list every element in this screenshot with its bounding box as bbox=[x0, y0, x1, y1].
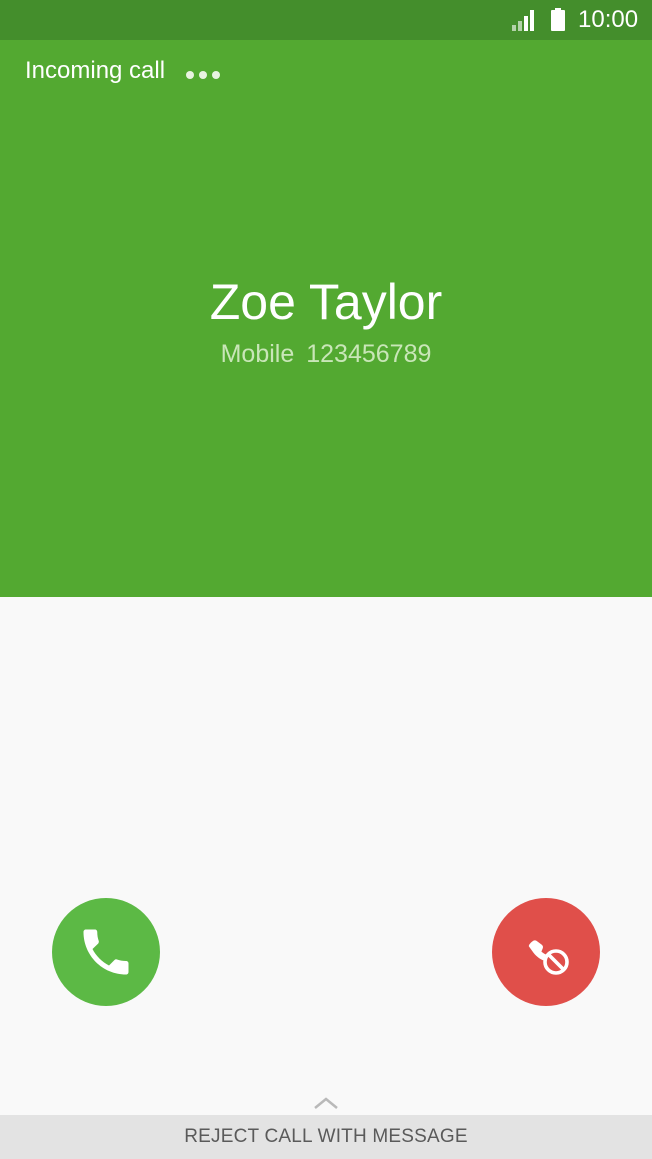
chevron-up-icon[interactable] bbox=[313, 1096, 339, 1110]
call-status-label: Incoming call bbox=[25, 57, 166, 84]
reject-with-message-label: REJECT CALL WITH MESSAGE bbox=[184, 1126, 468, 1147]
call-header: Incoming call Zoe Taylor Mobile 123456789 bbox=[0, 40, 652, 597]
phone-icon bbox=[83, 929, 129, 975]
phone-reject-icon bbox=[528, 940, 569, 975]
caller-details: Mobile 123456789 bbox=[0, 338, 652, 370]
battery-icon bbox=[551, 8, 565, 31]
number-type: Mobile bbox=[220, 340, 295, 368]
reject-with-message-button[interactable]: REJECT CALL WITH MESSAGE bbox=[0, 1115, 652, 1159]
call-progress-dots bbox=[186, 66, 226, 79]
answer-call-button[interactable] bbox=[52, 898, 160, 1006]
signal-icon bbox=[512, 10, 534, 31]
status-time: 10:00 bbox=[578, 6, 639, 33]
caller-number: 123456789 bbox=[306, 340, 432, 368]
caller-name: Zoe Taylor bbox=[209, 274, 443, 330]
reject-call-button[interactable] bbox=[492, 898, 600, 1006]
status-bar: 10:00 bbox=[0, 0, 652, 40]
